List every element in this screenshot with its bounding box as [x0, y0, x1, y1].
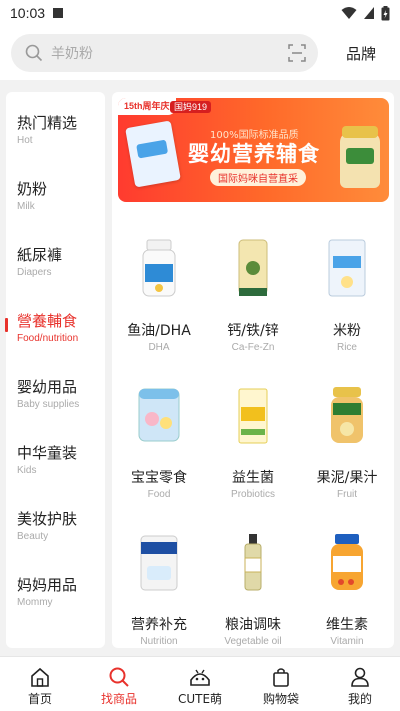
product-item-baby-snack[interactable]: 宝宝零食 Food: [112, 385, 206, 515]
signal-icon: [364, 7, 374, 19]
calcium-tube-icon: [238, 239, 268, 296]
wifi-icon: [341, 7, 357, 19]
home-icon: [31, 667, 49, 687]
active-indicator: [5, 318, 8, 332]
category-sublabel: Beauty: [17, 531, 49, 542]
banner-title: 婴幼营养辅食: [188, 142, 320, 166]
rice-cereal-box-icon: [328, 239, 366, 297]
promo-banner[interactable]: 15th周年庆 国妈919 100%国际标准品质 婴幼营养辅食 国际妈咪自营直采: [118, 98, 389, 202]
nutrition-can-icon: [140, 535, 178, 591]
category-label: 婴幼用品: [17, 378, 78, 396]
banner-rice-cereal-image: [125, 120, 181, 188]
category-sublabel: Hot: [17, 135, 33, 146]
anniversary-badge: 15th周年庆: [118, 98, 176, 115]
nav-home[interactable]: 首页: [10, 657, 70, 711]
status-time: 10:03: [10, 5, 46, 21]
search-icon: [109, 667, 129, 687]
probiotics-box-icon: [238, 388, 268, 444]
oil-bottle-icon: [244, 534, 262, 591]
search-input[interactable]: 羊奶粉: [11, 34, 318, 72]
category-sublabel: Diapers: [17, 267, 52, 278]
product-sublabel: DHA: [148, 342, 170, 353]
category-sublabel: Food/nutrition: [17, 333, 79, 344]
product-label: 钙/铁/锌: [227, 323, 279, 339]
product-sublabel: Rice: [336, 342, 357, 353]
category-item-kids[interactable]: 中华童装 Kids: [6, 442, 105, 502]
product-sublabel: Fruit: [337, 489, 357, 500]
category-label: 热门精选: [17, 114, 78, 132]
product-label: 果泥/果汁: [316, 470, 378, 486]
category-item-baby-supplies[interactable]: 婴幼用品 Baby supplies: [6, 376, 105, 436]
battery-icon: [381, 5, 390, 20]
product-label: 维生素: [326, 617, 368, 633]
banner-jar-image: [340, 126, 380, 188]
profile-icon: [351, 667, 369, 687]
brand-button[interactable]: 品牌: [346, 43, 376, 64]
fruit-puree-jar-icon: [331, 387, 363, 443]
shopping-bag-icon: [273, 668, 289, 687]
scan-icon[interactable]: [288, 44, 306, 62]
search-icon: [25, 44, 43, 62]
product-label: 粮油调味: [225, 617, 281, 633]
nav-label: 购物袋: [262, 692, 299, 706]
nav-shopping-bag[interactable]: 购物袋: [251, 657, 311, 711]
category-sublabel: Kids: [17, 465, 37, 476]
category-label: 中华童装: [17, 444, 78, 462]
product-item-oil[interactable]: 粮油调味 Vegetable oil: [206, 532, 300, 648]
nav-find-products[interactable]: 找商品: [89, 657, 149, 711]
status-bar: 10:03: [0, 0, 400, 26]
category-item-food-nutrition[interactable]: 營養輔食 Food/nutrition: [5, 310, 105, 370]
product-item-dha[interactable]: 鱼油/DHA DHA: [112, 238, 206, 368]
category-sidebar: 热门精选 Hot 奶粉 Milk 紙尿褲 Diapers 營養輔食 Food/n…: [5, 92, 105, 648]
category-item-mommy[interactable]: 妈妈用品 Mommy: [6, 574, 105, 634]
category-label: 妈妈用品: [17, 576, 78, 594]
product-item-probiotics[interactable]: 益生菌 Probiotics: [206, 385, 300, 515]
category-label: 紙尿褲: [17, 246, 63, 264]
product-label: 宝宝零食: [131, 470, 187, 486]
nav-label: CUTE萌: [177, 692, 223, 706]
product-item-vitamin[interactable]: 维生素 Vitamin: [300, 532, 394, 648]
nav-label: 首页: [27, 692, 52, 706]
product-sublabel: Nutrition: [140, 636, 178, 647]
product-sublabel: Vitamin: [330, 636, 364, 647]
nav-label: 我的: [347, 692, 372, 706]
product-sublabel: Probiotics: [231, 489, 275, 500]
product-item-fruit[interactable]: 果泥/果汁 Fruit: [300, 385, 394, 515]
product-sublabel: Vegetable oil: [224, 636, 282, 647]
category-item-hot[interactable]: 热门精选 Hot: [6, 112, 105, 172]
event-badge: 国妈919: [170, 101, 212, 113]
product-panel: 15th周年庆 国妈919 100%国际标准品质 婴幼营养辅食 国际妈咪自营直采…: [112, 92, 394, 648]
category-sublabel: Mommy: [17, 597, 53, 608]
bottom-nav: 首页 找商品 CUTE萌 购物袋 我的: [0, 656, 400, 711]
category-item-beauty[interactable]: 美妆护肤 Beauty: [6, 508, 105, 568]
product-label: 益生菌: [232, 470, 274, 486]
category-label: 美妆护肤: [17, 510, 78, 528]
product-label: 营养补充: [131, 617, 187, 633]
product-item-calcium[interactable]: 钙/铁/锌 Ca-Fe-Zn: [206, 238, 300, 368]
product-sublabel: Ca-Fe-Zn: [231, 342, 275, 353]
category-label: 奶粉: [17, 180, 48, 198]
search-header: 羊奶粉 品牌: [0, 26, 400, 80]
banner-tag: 国际妈咪自营直采: [210, 169, 306, 186]
category-sublabel: Milk: [17, 201, 35, 212]
category-item-diapers[interactable]: 紙尿褲 Diapers: [6, 244, 105, 304]
search-placeholder: 羊奶粉: [51, 46, 93, 62]
fish-oil-bottle-icon: [142, 239, 176, 297]
product-sublabel: Food: [147, 489, 171, 500]
product-label: 米粉: [333, 323, 361, 339]
cute-icon: [190, 669, 210, 686]
status-icons: [341, 5, 390, 21]
baby-snack-can-icon: [138, 388, 180, 442]
category-item-milk[interactable]: 奶粉 Milk: [6, 178, 105, 238]
category-sublabel: Baby supplies: [17, 399, 80, 410]
product-label: 鱼油/DHA: [127, 323, 191, 339]
notification-icon: [53, 8, 64, 18]
vitamin-jar-icon: [331, 534, 363, 590]
product-item-nutrition[interactable]: 营养补充 Nutrition: [112, 532, 206, 648]
product-item-rice[interactable]: 米粉 Rice: [300, 238, 394, 368]
nav-label: 找商品: [100, 692, 137, 706]
category-label: 營養輔食: [17, 312, 78, 330]
nav-profile[interactable]: 我的: [330, 657, 390, 711]
nav-cute[interactable]: CUTE萌: [170, 657, 230, 711]
